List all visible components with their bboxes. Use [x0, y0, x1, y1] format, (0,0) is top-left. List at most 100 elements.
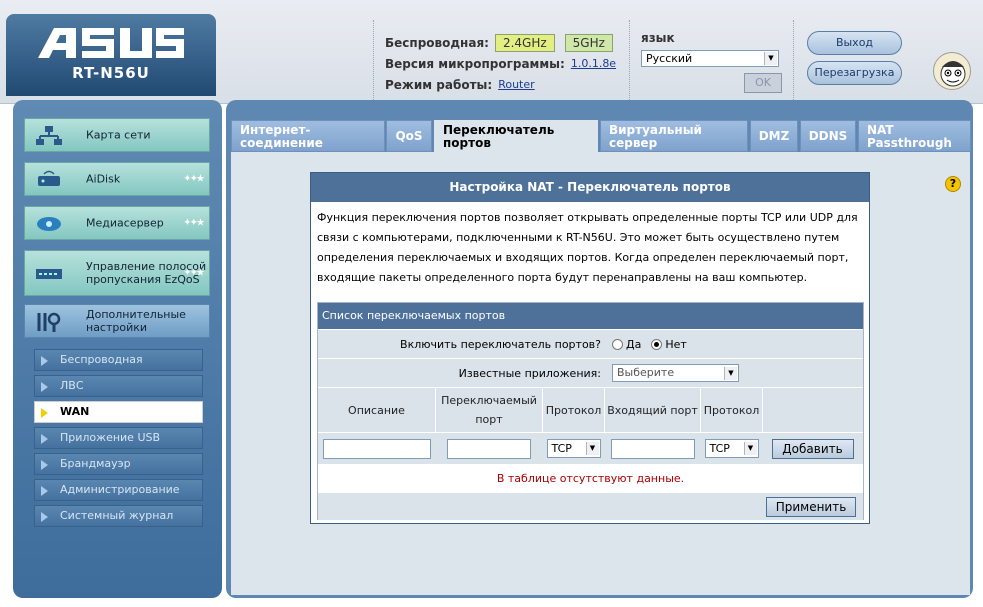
apply-button[interactable]: Применить: [766, 497, 856, 517]
triangle-right-icon: [41, 460, 48, 470]
sidebar-subitem-label: Администрирование: [60, 483, 180, 496]
tab-virtual-server[interactable]: Виртуальный сервер: [600, 120, 748, 152]
enable-row: Включить переключатель портов? Да Нет: [318, 329, 863, 358]
firmware-label: Версия микропрограммы:: [385, 56, 565, 71]
sidebar: Карта сети AiDisk ✦✦★ Медиасервер ✦✦★ Уп…: [13, 100, 222, 598]
sidebar-subitem-firewall[interactable]: Брандмауэр: [34, 453, 203, 475]
triangle-right-icon: [41, 512, 48, 522]
help-icon[interactable]: ?: [945, 176, 961, 192]
cell: [605, 433, 701, 464]
tab-dmz[interactable]: DMZ: [750, 120, 798, 152]
sidebar-subitem-system-log[interactable]: Системный журнал: [34, 505, 203, 527]
sidebar-item-aidisk[interactable]: AiDisk ✦✦★: [24, 162, 210, 196]
brand-logo: RT-N56U: [6, 14, 216, 96]
col-protocol-2: Протокол: [701, 388, 763, 432]
divider: [793, 20, 794, 102]
sidebar-item-advanced-settings[interactable]: Дополнительные настройки: [24, 304, 210, 338]
radio-no[interactable]: [651, 338, 663, 350]
cell: TCP ▼: [543, 433, 605, 464]
band-5ghz-badge[interactable]: 5GHz: [564, 33, 613, 52]
triangle-right-icon: [41, 356, 48, 366]
status-info: Беспроводная: 2.4GHz 5GHz Версия микропр…: [385, 32, 623, 95]
known-apps-cell: Выберите ▼: [612, 359, 739, 387]
reboot-button[interactable]: Перезагрузка: [807, 61, 902, 85]
sidebar-subitem-wireless[interactable]: Беспроводная: [34, 349, 203, 371]
known-apps-value: Выберите: [617, 366, 675, 379]
triangle-right-icon: [41, 486, 48, 496]
tools-icon: [37, 312, 61, 332]
protocol-select-1[interactable]: TCP ▼: [546, 439, 601, 458]
language-select[interactable]: Русский ▼: [641, 50, 779, 67]
sidebar-subitem-label: WAN: [60, 405, 90, 418]
chevron-down-icon: ▼: [743, 442, 757, 455]
add-button[interactable]: Добавить: [771, 438, 854, 459]
sidebar-subitem-administration[interactable]: Администрирование: [34, 479, 203, 501]
language-label: язык: [641, 31, 675, 45]
chevron-down-icon: ▼: [764, 52, 777, 65]
known-apps-select[interactable]: Выберите ▼: [612, 364, 739, 382]
language-value: Русский: [646, 52, 693, 65]
empty-table-message: В таблице отсутствуют данные.: [318, 464, 863, 492]
triangle-right-icon: [41, 434, 48, 444]
sidebar-subitem-label: Системный журнал: [60, 509, 174, 522]
protocol-select-2[interactable]: TCP ▼: [704, 439, 759, 458]
sidebar-subitem-label: Брандмауэр: [60, 457, 131, 470]
bandwidth-icon: [36, 269, 62, 279]
cell: [436, 433, 543, 464]
apply-row: Применить: [318, 492, 863, 520]
sidebar-item-network-map[interactable]: Карта сети: [24, 118, 210, 152]
tab-ddns[interactable]: DDNS: [800, 120, 856, 152]
enable-label: Включить переключатель портов?: [400, 337, 601, 351]
protocol-2-value: TCP: [709, 442, 730, 455]
chevron-down-icon: ▼: [724, 367, 737, 380]
sidebar-item-label: Медиасервер: [86, 216, 164, 230]
incoming-port-input[interactable]: [610, 438, 695, 459]
tab-internet-connection[interactable]: Интернет- соединение: [231, 120, 385, 152]
tab-qos[interactable]: QoS: [386, 120, 432, 152]
cell: TCP ▼: [701, 433, 763, 464]
known-apps-row: Известные приложения: Выберите ▼: [318, 358, 863, 387]
sidebar-subitem-lan[interactable]: ЛВС: [34, 375, 203, 397]
network-map-icon: [36, 126, 62, 145]
divider: [629, 20, 630, 102]
sidebar-subitem-wan[interactable]: WAN: [34, 401, 203, 423]
table-input-row: TCP ▼ TCP ▼ Добавить: [318, 432, 863, 464]
mascot-icon: [940, 61, 966, 87]
media-server-icon: [37, 217, 61, 231]
divider: [373, 20, 374, 102]
tab-nat-passthrough[interactable]: NAT Passthrough: [858, 120, 971, 152]
disk-icon: [38, 170, 60, 186]
sidebar-subitem-usb-app[interactable]: Приложение USB: [34, 427, 203, 449]
known-apps-label: Известные приложения:: [458, 366, 601, 380]
tab-port-trigger[interactable]: Переключатель портов: [434, 120, 598, 153]
description-input[interactable]: [322, 438, 431, 459]
logout-button[interactable]: Выход: [807, 31, 902, 55]
star-icon: ✦✦★: [183, 267, 205, 279]
trigger-port-input[interactable]: [447, 438, 531, 459]
sidebar-subitem-label: Беспроводная: [60, 353, 143, 366]
list-title: Список переключаемых портов: [318, 303, 863, 329]
language-ok-button[interactable]: OK: [744, 73, 782, 93]
router-model: RT-N56U: [72, 64, 150, 82]
sidebar-item-label: Карта сети: [86, 128, 151, 142]
triangle-right-icon: [41, 382, 48, 392]
firmware-version-link[interactable]: 1.0.1.8e: [571, 57, 616, 70]
cell: Добавить: [763, 433, 863, 464]
sidebar-item-media-server[interactable]: Медиасервер ✦✦★: [24, 206, 210, 240]
sidebar-item-label: Дополнительные настройки: [86, 308, 186, 334]
star-icon: ✦✦★: [183, 173, 205, 185]
table-header-row: Описание Переключаемый порт Протокол Вхо…: [318, 387, 863, 432]
nat-settings-panel: Настройка NAT - Переключатель портов Фун…: [310, 172, 870, 524]
radio-yes[interactable]: [612, 338, 623, 350]
port-trigger-list: Список переключаемых портов Включить пер…: [317, 302, 864, 520]
mode-label: Режим работы:: [385, 77, 493, 92]
col-trigger-port: Переключаемый порт: [436, 388, 543, 432]
col-protocol-1: Протокол: [543, 388, 605, 432]
star-icon: ✦✦★: [183, 217, 205, 229]
chevron-down-icon: ▼: [585, 442, 599, 455]
sidebar-item-ezqos[interactable]: Управление полосой пропускания EzQoS ✦✦★: [24, 250, 210, 296]
band-24ghz-badge[interactable]: 2.4GHz: [494, 33, 555, 52]
enable-radio-group: Да Нет: [612, 330, 687, 358]
wireless-label: Беспроводная:: [385, 35, 489, 50]
mode-link[interactable]: Router: [498, 78, 534, 91]
